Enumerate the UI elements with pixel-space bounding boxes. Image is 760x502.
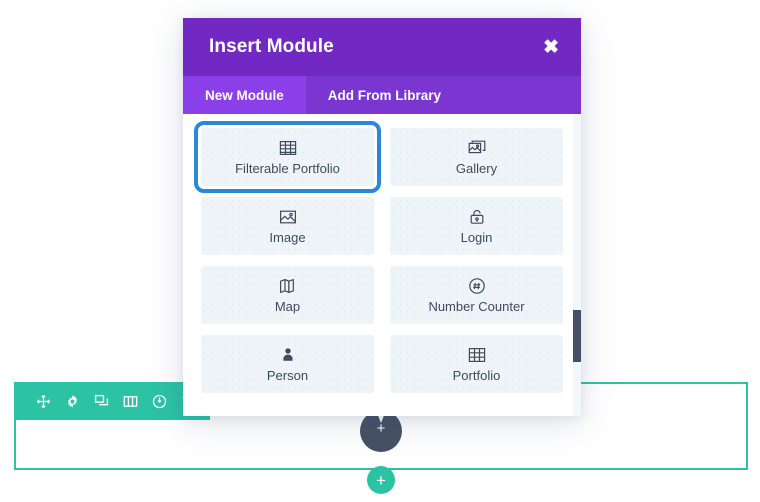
module-tile-number-counter[interactable]: Number Counter <box>390 266 563 324</box>
settings-gear-icon[interactable] <box>65 394 80 409</box>
person-icon <box>279 345 297 365</box>
add-row-button[interactable]: + <box>367 466 395 494</box>
columns-icon[interactable] <box>123 394 138 409</box>
module-tile-filterable-portfolio[interactable]: Filterable Portfolio <box>194 121 381 193</box>
module-grid: Filterable Portfolio Gallery Image Login… <box>194 121 563 393</box>
modal-body: Filterable Portfolio Gallery Image Login… <box>183 114 581 416</box>
grid-icon <box>468 345 486 365</box>
close-icon[interactable]: ✖ <box>543 38 559 57</box>
module-tile-person[interactable]: Person <box>201 335 374 393</box>
insert-module-modal: Insert Module ✖ New Module Add From Libr… <box>183 18 581 416</box>
module-tile-label: Person <box>266 368 309 383</box>
module-tile-image[interactable]: Image <box>201 197 374 255</box>
module-tile-label: Gallery <box>455 161 498 176</box>
section-toolbar[interactable] <box>14 382 210 420</box>
module-tile-map[interactable]: Map <box>201 266 374 324</box>
module-tile-portfolio[interactable]: Portfolio <box>390 335 563 393</box>
module-tile-label: Number Counter <box>428 299 525 314</box>
power-icon[interactable] <box>152 394 167 409</box>
module-tile-label: Portfolio <box>452 368 501 383</box>
module-tile-label: Filterable Portfolio <box>235 161 340 176</box>
modal-header: Insert Module ✖ <box>183 18 581 76</box>
module-tile-login[interactable]: Login <box>390 197 563 255</box>
hash-circle-icon <box>468 276 486 296</box>
modal-scrollbar-thumb[interactable] <box>573 310 581 362</box>
tab-add-from-library[interactable]: Add From Library <box>306 76 463 114</box>
module-tile-label: Image <box>269 230 306 245</box>
dark-add-module-button[interactable]: + <box>360 410 402 452</box>
grid-icon <box>279 138 297 158</box>
image-icon <box>279 207 297 227</box>
tab-new-module[interactable]: New Module <box>183 76 306 114</box>
dark-button-plus-label: + <box>376 420 386 437</box>
modal-tabs: New Module Add From Library <box>183 76 581 114</box>
move-icon[interactable] <box>36 394 51 409</box>
module-tile-label: Login <box>460 230 493 245</box>
add-row-plus-label: + <box>376 470 386 490</box>
lock-icon <box>468 207 486 227</box>
map-icon <box>279 276 297 296</box>
duplicate-icon[interactable] <box>94 394 109 409</box>
page-title: Insert Module <box>209 36 334 57</box>
module-tile-label: Map <box>274 299 301 314</box>
module-tile-gallery[interactable]: Gallery <box>390 128 563 186</box>
modal-scrollbar-track[interactable] <box>573 114 581 416</box>
gallery-icon <box>468 138 486 158</box>
